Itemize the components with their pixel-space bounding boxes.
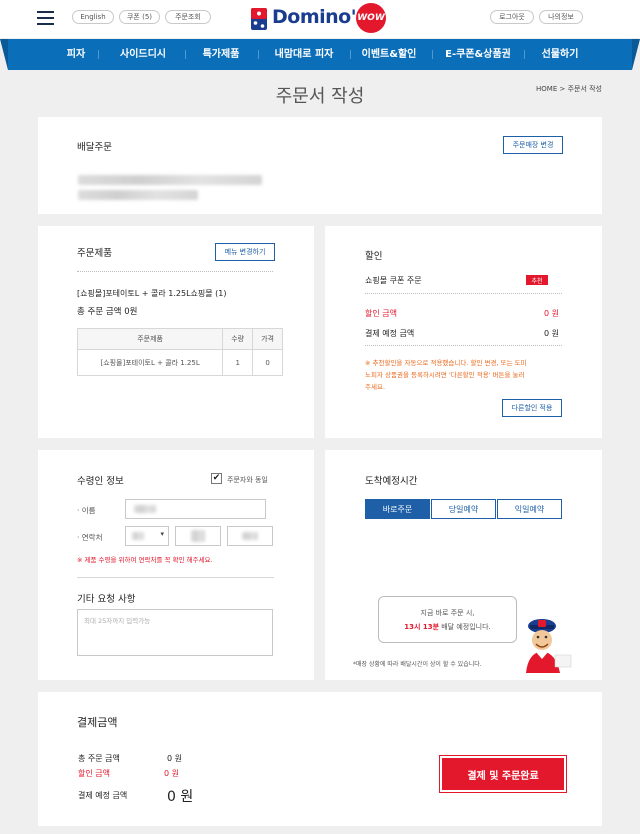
delivery-title: 배달주문 <box>77 142 112 153</box>
language-button[interactable]: English <box>72 10 114 24</box>
domino-tile-icon <box>251 8 267 30</box>
phone-notice: ※ 제품 수령을 위하여 연락처를 꼭 확인 해주세요. <box>77 556 213 564</box>
arrival-panel: 도착예정시간 바로주문 당일예약 익일예약 지금 바로 주문 시, 13시 13… <box>325 450 602 680</box>
recipient-title: 수령인 정보 <box>77 476 124 487</box>
order-item-line: [쇼핑몰]포테이토L + 콜라 1.25L쇼핑몰 (1) <box>77 289 227 298</box>
expected-amount-value: 0 원 <box>544 329 559 338</box>
logout-button[interactable]: 로그아웃 <box>490 10 534 24</box>
delivery-man-icon <box>526 619 572 673</box>
phone-middle-input[interactable] <box>175 526 221 546</box>
payment-expected-label: 결제 예정 금액 <box>78 791 128 800</box>
order-lookup-button[interactable]: 주문조회 <box>165 10 211 24</box>
coupon-order-label: 쇼핑몰 쿠폰 주문 <box>365 276 422 285</box>
chevron-down-icon: ▾ <box>160 530 164 538</box>
request-placeholder: 최대 25자까지 입력가능 <box>84 617 151 625</box>
discount-notice: ※ 추천할인을 자동으로 적용했습니다. 할인 변경, 또는 도미 노피자 상품… <box>365 359 527 391</box>
change-menu-button[interactable]: 메뉴 변경하기 <box>215 243 275 261</box>
table-header: 주문제품 <box>76 328 224 350</box>
name-input[interactable] <box>125 499 266 519</box>
same-as-orderer-checkbox[interactable]: ✔ <box>211 473 222 484</box>
other-discount-button[interactable]: 다른할인 적용 <box>502 399 562 417</box>
table-header: 가격 <box>252 328 283 350</box>
main-nav: 피자 사이드디시 특가제품 내맘대로 피자 이벤트&할인 E-쿠폰&상품권 선물… <box>0 39 640 70</box>
payment-total-label: 총 주문 금액 <box>78 754 120 763</box>
change-store-button[interactable]: 주문매장 변경 <box>503 136 563 154</box>
recipient-panel: 수령인 정보 ✔ 주문자와 동일 · 이름 · 연락처 ▾ ※ 제품 수령을 위… <box>38 450 314 680</box>
dominos-logo[interactable]: Domino's WOW <box>250 3 390 35</box>
discount-amount-value: 0 원 <box>544 309 559 318</box>
payment-expected-value: 0 원 <box>167 789 194 805</box>
breadcrumb[interactable]: HOME > 주문서 작성 <box>536 84 602 94</box>
tab-next-day[interactable]: 익일예약 <box>497 499 562 519</box>
coupon-button[interactable]: 쿠폰 (5) <box>119 10 160 24</box>
order-total-line: 총 주문 금액 0원 <box>77 307 138 317</box>
nav-item-ecoupon[interactable]: E-쿠폰&상품권 <box>436 39 520 70</box>
payment-discount-value: 0 원 <box>164 769 179 778</box>
arrival-time: 13시 13분 <box>404 623 440 631</box>
table-cell: 0 <box>252 349 283 376</box>
table-cell: [쇼핑몰]포테이토L + 콜라 1.25L <box>76 349 224 376</box>
discount-amount-label: 할인 금액 <box>365 309 397 318</box>
blurred-address <box>78 175 262 185</box>
blurred-phone <box>78 190 198 200</box>
request-title: 기타 요청 사항 <box>77 594 136 605</box>
menu-icon[interactable] <box>37 11 54 25</box>
payment-title: 결제금액 <box>77 716 118 729</box>
nav-item-special[interactable]: 특가제품 <box>188 39 254 70</box>
nav-item-side[interactable]: 사이드디시 <box>106 39 180 70</box>
table-cell: 1 <box>222 349 254 376</box>
logo-wordmark: Domino's <box>272 6 367 28</box>
request-textarea[interactable]: 최대 25자까지 입력가능 <box>77 609 273 656</box>
arrival-bubble: 지금 바로 주문 시, 13시 13분 배달 예정입니다. <box>378 596 517 643</box>
phone-label: · 연락처 <box>77 533 103 542</box>
order-items-panel: 주문제품 메뉴 변경하기 [쇼핑몰]포테이토L + 콜라 1.25L쇼핑몰 (1… <box>38 226 314 438</box>
nav-item-pizza[interactable]: 피자 <box>54 39 98 70</box>
same-as-orderer-label: 주문자와 동일 <box>227 476 268 484</box>
pay-and-complete-button[interactable]: 결제 및 주문완료 <box>439 755 567 793</box>
arrival-note: *매장 상황에 따라 배달시간이 상이 할 수 있습니다. <box>353 661 482 668</box>
tab-same-day[interactable]: 당일예약 <box>431 499 496 519</box>
top-bar: English 쿠폰 (5) 주문조회 Domino's WOW 로그아웃 나의… <box>0 0 640 38</box>
delivery-panel: 배달주문 주문매장 변경 <box>38 117 602 214</box>
nav-item-gift[interactable]: 선물하기 <box>528 39 592 70</box>
nav-item-event[interactable]: 이벤트&할인 <box>350 39 428 70</box>
tab-order-now[interactable]: 바로주문 <box>365 499 430 519</box>
order-items-title: 주문제품 <box>77 248 112 259</box>
payment-panel: 결제금액 총 주문 금액 0 원 할인 금액 0 원 결제 예정 금액 0 원 … <box>38 692 602 826</box>
discount-panel: 할인 쇼핑몰 쿠폰 주문 추천 할인 금액 0 원 결제 예정 금액 0 원 ※… <box>325 226 602 438</box>
order-items-table: 주문제품 수량 가격 [쇼핑몰]포테이토L + 콜라 1.25L 1 0 <box>76 328 283 376</box>
table-row: [쇼핑몰]포테이토L + 콜라 1.25L 1 0 <box>76 349 283 376</box>
wow-badge: WOW <box>356 3 386 33</box>
arrival-title: 도착예정시간 <box>365 476 418 487</box>
expected-amount-label: 결제 예정 금액 <box>365 329 415 338</box>
discount-title: 할인 <box>365 251 383 262</box>
name-label: · 이름 <box>77 506 96 515</box>
phone-last-input[interactable] <box>227 526 273 546</box>
nav-item-custom-pizza[interactable]: 내맘대로 피자 <box>260 39 348 70</box>
recommend-badge: 추천 <box>526 275 548 285</box>
table-header: 수량 <box>222 328 254 350</box>
payment-discount-label: 할인 금액 <box>78 769 110 778</box>
my-info-button[interactable]: 나의정보 <box>539 10 583 24</box>
phone-prefix-select[interactable]: ▾ <box>125 526 169 546</box>
payment-total-value: 0 원 <box>167 754 182 763</box>
